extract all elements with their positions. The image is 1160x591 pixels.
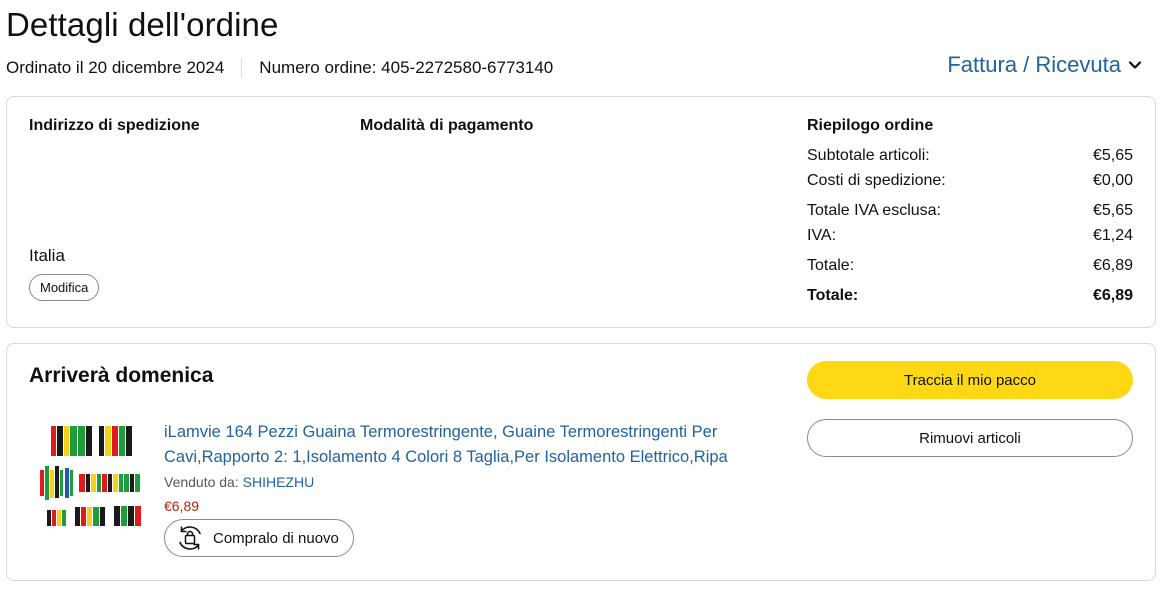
summary-row-net: Totale IVA esclusa: €5,65 — [807, 202, 1133, 220]
buy-again-button[interactable]: Compralo di nuovo — [164, 519, 354, 557]
product-title-link[interactable]: iLamvie 164 Pezzi Guaina Termorestringen… — [164, 420, 779, 470]
summary-row-grand-total: Totale: €6,89 — [807, 287, 1133, 305]
product-price: €6,89 — [164, 498, 200, 514]
order-meta: Ordinato il 20 dicembre 2024 Numero ordi… — [6, 58, 553, 78]
summary-value: €1,24 — [1092, 227, 1133, 244]
summary-value: €6,89 — [1092, 287, 1133, 304]
order-info-card: Indirizzo di spedizione Italia Modifica … — [6, 96, 1156, 328]
seller-line: Venduto da: SHIHEZHU — [164, 474, 314, 490]
shipment-card: Arriverà domenica Traccia il mio pacco R… — [6, 343, 1156, 581]
summary-value: €6,89 — [1092, 257, 1133, 274]
summary-heading: Riepilogo ordine — [807, 117, 934, 134]
summary-row-vat: IVA: €1,24 — [807, 227, 1133, 245]
track-package-button[interactable]: Traccia il mio pacco — [807, 361, 1133, 399]
remove-items-button[interactable]: Rimuovi articoli — [807, 419, 1133, 457]
payment-heading: Modalità di pagamento — [360, 117, 534, 134]
shipping-heading: Indirizzo di spedizione — [29, 117, 200, 134]
summary-row-subtotal: Subtotale articoli: €5,65 — [807, 147, 1133, 165]
invoice-label: Fattura / Ricevuta — [947, 52, 1121, 77]
summary-row-total: Totale: €6,89 — [807, 257, 1133, 275]
summary-label: Subtotale articoli: — [807, 147, 930, 164]
summary-label: IVA: — [807, 227, 837, 244]
order-number: Numero ordine: 405-2272580-6773140 — [259, 58, 554, 77]
chevron-down-icon — [1128, 61, 1142, 69]
summary-label: Costi di spedizione: — [807, 172, 946, 189]
shipping-country: Italia — [29, 246, 65, 265]
seller-link[interactable]: SHIHEZHU — [243, 474, 315, 490]
invoice-dropdown[interactable]: Fattura / Ricevuta — [947, 52, 1142, 78]
product-image[interactable] — [37, 422, 147, 532]
arrival-heading: Arriverà domenica — [29, 364, 214, 387]
summary-value: €0,00 — [1092, 172, 1133, 189]
summary-label: Totale IVA esclusa: — [807, 202, 941, 219]
summary-value: €5,65 — [1092, 147, 1133, 164]
sold-by-label: Venduto da: — [164, 474, 239, 490]
buy-again-icon — [179, 526, 201, 550]
summary-label: Totale: — [807, 257, 855, 274]
summary-row-shipping: Costi di spedizione: €0,00 — [807, 172, 1133, 190]
edit-address-button[interactable]: Modifica — [29, 274, 100, 301]
summary-value: €5,65 — [1092, 202, 1133, 219]
summary-label: Totale: — [807, 287, 859, 304]
meta-divider — [241, 58, 243, 78]
page-title: Dettagli dell'ordine — [6, 6, 279, 43]
order-date: Ordinato il 20 dicembre 2024 — [6, 58, 225, 77]
buy-again-label: Compralo di nuovo — [213, 529, 339, 547]
